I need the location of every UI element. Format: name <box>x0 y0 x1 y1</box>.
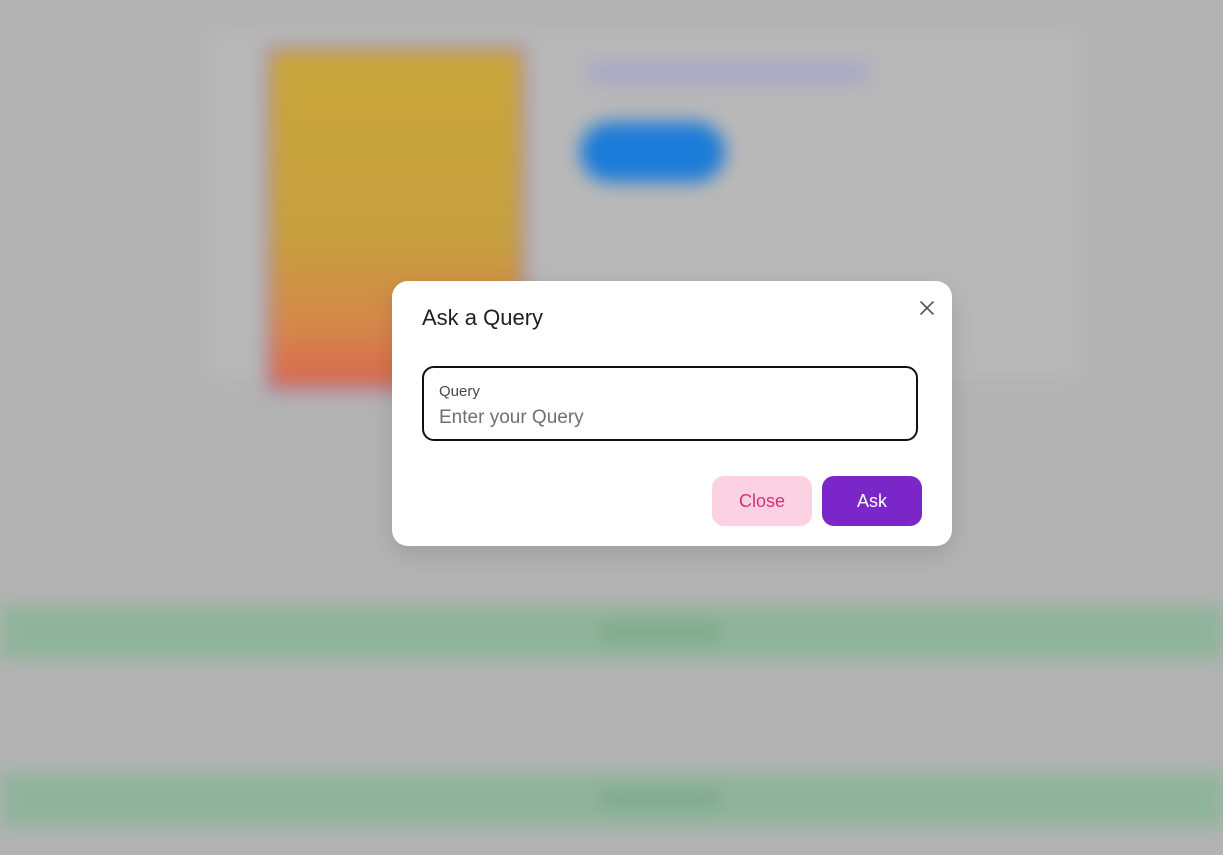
query-input[interactable] <box>439 405 899 431</box>
ask-button[interactable]: Ask <box>822 476 922 526</box>
dialog-title: Ask a Query <box>422 305 544 330</box>
page: Ask a Query Query Close Ask <box>0 0 1223 855</box>
background-title-placeholder <box>585 62 870 84</box>
background-green-band <box>0 605 1223 660</box>
ask-query-dialog: Ask a Query Query Close Ask <box>392 281 952 546</box>
background-band-text <box>600 792 720 806</box>
background-green-band <box>0 772 1223 827</box>
close-icon-glyph <box>920 301 934 315</box>
close-icon[interactable] <box>916 297 938 319</box>
background-action-button <box>580 122 725 182</box>
query-label: Query <box>439 383 480 400</box>
background-band-text <box>600 625 720 639</box>
query-field[interactable]: Query <box>422 366 918 441</box>
close-button[interactable]: Close <box>712 476 812 526</box>
